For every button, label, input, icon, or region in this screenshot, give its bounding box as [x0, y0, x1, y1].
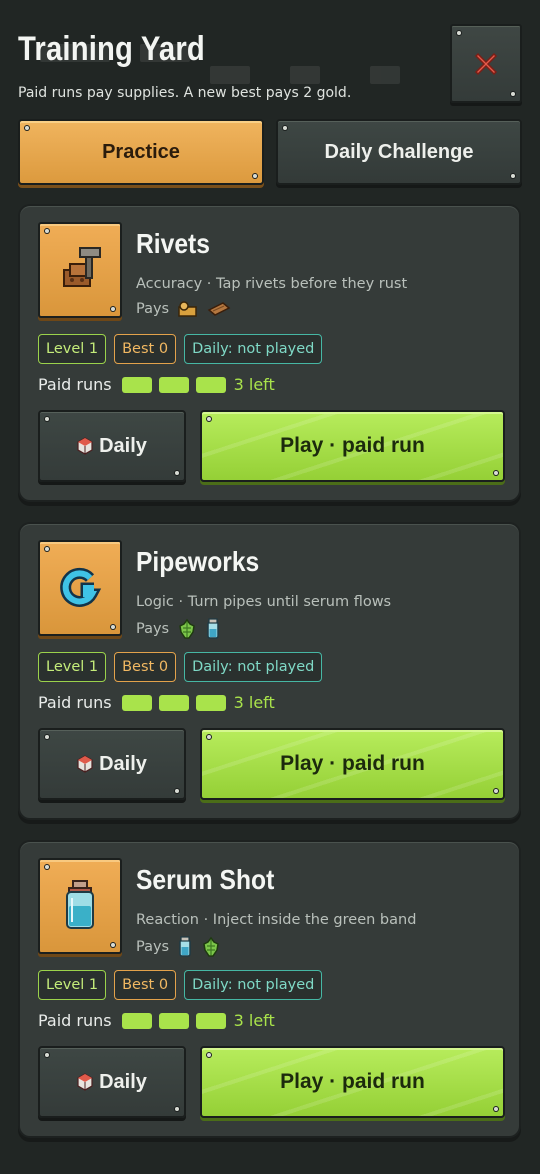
game-title: Pipeworks: [136, 546, 260, 577]
run-pip: [121, 694, 152, 711]
badge-row: Level 1 Best 0 Daily: not played: [38, 652, 323, 682]
badge-row: Level 1 Best 0 Daily: not played: [38, 334, 323, 364]
game-description: Reaction · Inject inside the green band: [136, 912, 417, 928]
daily-button-label: Daily: [99, 434, 147, 457]
best-badge: Best 0: [114, 652, 177, 682]
tab-practice[interactable]: Practice: [18, 119, 264, 185]
paid-runs-row: Paid runs 3 left: [38, 693, 275, 712]
daily-button[interactable]: Daily: [38, 728, 186, 800]
runs-left-text: 3 left: [233, 1011, 275, 1030]
game-card-pipeworks: Pipeworks Logic · Turn pipes until serum…: [18, 522, 521, 820]
daily-button-label: Daily: [99, 1070, 147, 1093]
run-pip: [158, 1012, 189, 1029]
game-icon-tile: [38, 222, 122, 318]
daily-cube-icon: [77, 1073, 93, 1091]
game-title: Rivets: [136, 228, 210, 259]
game-card-rivets: Rivets Accuracy · Tap rivets before they…: [18, 204, 521, 502]
paid-runs-label: Paid runs: [38, 375, 112, 394]
daily-cube-icon: [77, 437, 93, 455]
tab-practice-label: Practice: [102, 140, 180, 163]
tab-daily-challenge[interactable]: Daily Challenge: [276, 119, 522, 185]
page-subtitle: Paid runs pay supplies. A new best pays …: [18, 85, 352, 101]
pays-label: Pays: [136, 621, 170, 637]
paid-runs-pips: [121, 1012, 226, 1029]
level-badge: Level 1: [38, 970, 107, 1000]
daily-status-badge: Daily: not played: [184, 334, 323, 364]
run-pip: [195, 376, 226, 393]
level-badge: Level 1: [38, 334, 107, 364]
daily-status-badge: Daily: not played: [184, 652, 323, 682]
best-badge: Best 0: [114, 970, 177, 1000]
play-paid-run-button[interactable]: Play · paid run: [200, 728, 505, 800]
run-pip: [158, 694, 189, 711]
gear-scrap-icon: [178, 301, 197, 317]
run-pip: [121, 1012, 152, 1029]
pays-row: Pays: [136, 618, 221, 640]
daily-button-label: Daily: [99, 752, 147, 775]
game-title: Serum Shot: [136, 864, 275, 895]
pays-row: Pays: [136, 300, 231, 318]
game-icon-tile: [38, 858, 122, 954]
play-paid-run-button[interactable]: Play · paid run: [200, 410, 505, 482]
daily-cube-icon: [77, 755, 93, 773]
paid-runs-pips: [121, 376, 226, 393]
pays-label: Pays: [136, 301, 170, 317]
play-button-label: Play · paid run: [280, 1070, 425, 1093]
page-title: Training Yard: [18, 30, 205, 68]
paid-runs-row: Paid runs 3 left: [38, 1011, 275, 1030]
close-x-icon: [474, 52, 498, 75]
game-icon-tile: [38, 540, 122, 636]
play-paid-run-button[interactable]: Play · paid run: [200, 1046, 505, 1118]
herb-bundle-icon: [203, 936, 219, 957]
close-button[interactable]: [450, 24, 522, 103]
run-pip: [158, 376, 189, 393]
paid-runs-pips: [121, 694, 226, 711]
serum-vial-icon: [207, 618, 219, 639]
play-button-label: Play · paid run: [280, 434, 425, 457]
pays-label: Pays: [136, 939, 170, 955]
game-description: Logic · Turn pipes until serum flows: [136, 594, 392, 610]
best-badge: Best 0: [114, 334, 177, 364]
paid-runs-row: Paid runs 3 left: [38, 375, 275, 394]
runs-left-text: 3 left: [233, 375, 275, 394]
play-button-label: Play · paid run: [280, 752, 425, 775]
daily-button[interactable]: Daily: [38, 1046, 186, 1118]
herb-bundle-icon: [179, 618, 195, 639]
rivet-hammer-icon: [63, 247, 101, 287]
paid-runs-label: Paid runs: [38, 1011, 112, 1030]
level-badge: Level 1: [38, 652, 107, 682]
run-pip: [195, 1012, 226, 1029]
serum-jar-icon: [66, 880, 94, 929]
daily-button[interactable]: Daily: [38, 410, 186, 482]
pays-row: Pays: [136, 936, 221, 958]
game-description: Accuracy · Tap rivets before they rust: [136, 276, 408, 292]
run-pip: [195, 694, 226, 711]
pipe-loop-icon: [60, 567, 102, 607]
game-card-serum-shot: Serum Shot Reaction · Inject inside the …: [18, 840, 521, 1138]
badge-row: Level 1 Best 0 Daily: not played: [38, 970, 323, 1000]
runs-left-text: 3 left: [233, 693, 275, 712]
tab-daily-challenge-label: Daily Challenge: [324, 140, 474, 163]
plank-icon: [207, 302, 231, 316]
daily-status-badge: Daily: not played: [184, 970, 323, 1000]
paid-runs-label: Paid runs: [38, 693, 112, 712]
serum-vial-icon: [179, 936, 191, 957]
run-pip: [121, 376, 152, 393]
